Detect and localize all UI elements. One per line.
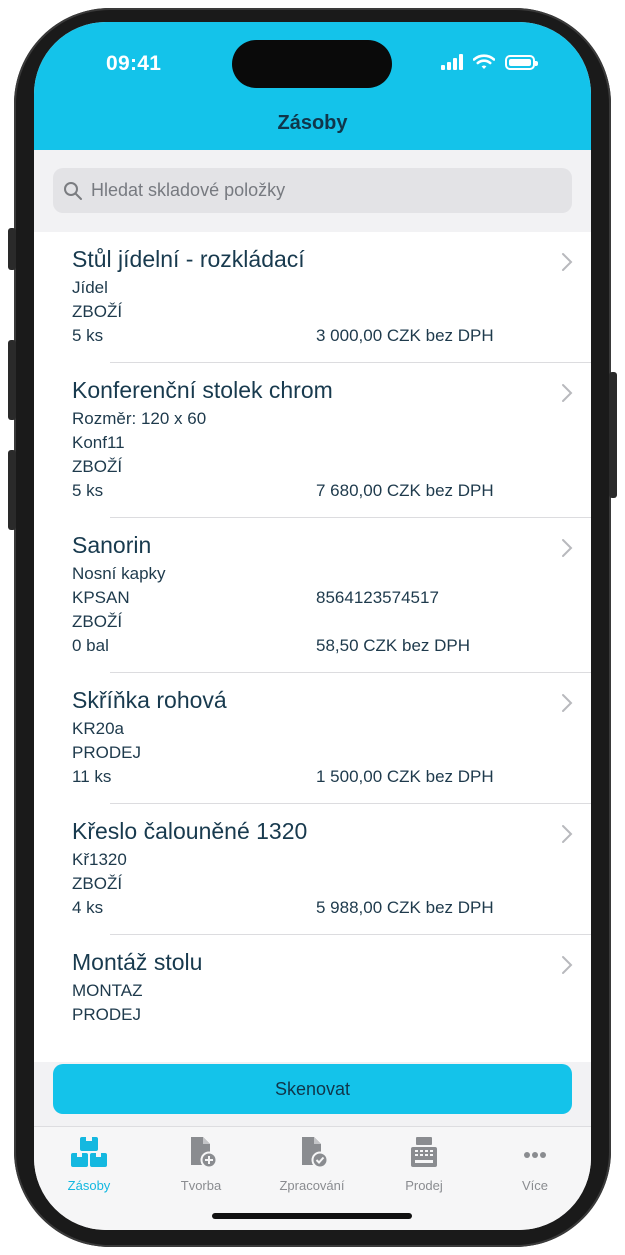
item-name: Sanorin [72, 532, 152, 558]
list-item[interactable]: Montáž stolu MONTAZ PRODEJ [34, 935, 591, 1027]
status-time: 09:41 [106, 52, 162, 75]
tab-prodej[interactable]: Prodej [369, 1135, 479, 1193]
item-detail-left: ZBOŽÍ [72, 874, 123, 893]
chevron-right-icon [562, 956, 573, 974]
tab-zpracovani[interactable]: Zpracování [257, 1135, 367, 1193]
item-detail-line: MONTAZ [72, 979, 591, 1003]
scan-button[interactable]: Skenovat [53, 1064, 572, 1114]
item-detail-right: 3 000,00 CZK bez DPH [316, 326, 494, 345]
item-detail-right: 5 988,00 CZK bez DPH [316, 898, 494, 917]
item-detail-left: ZBOŽÍ [72, 302, 123, 321]
item-detail-left: Jídel [72, 278, 108, 297]
item-name: Konferenční stolek chrom [72, 377, 333, 403]
item-detail-left: Kř1320 [72, 850, 127, 869]
home-indicator [212, 1213, 412, 1219]
item-detail-line: KPSAN 8564123574517 [72, 586, 591, 610]
search-icon [64, 181, 82, 200]
item-detail-left: KR20a [72, 719, 124, 738]
item-detail-line: Konf11 [72, 431, 591, 455]
tab-bar: Zásoby Tvorba Zpracování Prodej Více [34, 1126, 591, 1230]
chevron-right-icon [562, 539, 573, 557]
list-item[interactable]: Křeslo čalouněné 1320 Kř1320 ZBOŽÍ 4 ks 5 98… [34, 804, 591, 935]
item-detail-line: Rozměr: 120 x 60 [72, 407, 591, 431]
document-add-icon [191, 1137, 218, 1169]
chevron-right-icon [562, 384, 573, 402]
item-detail-right: 1 500,00 CZK bez DPH [316, 767, 494, 786]
item-detail-line: 5 ks 3 000,00 CZK bez DPH [72, 324, 591, 348]
item-detail-left: Konf11 [72, 433, 125, 452]
wifi-icon [473, 54, 495, 69]
tab-zasoby[interactable]: Zásoby [34, 1135, 144, 1193]
item-detail-left: ZBOŽÍ [72, 457, 123, 476]
tab-vice[interactable]: Více [480, 1135, 590, 1193]
item-detail-left: PRODEJ [72, 1005, 141, 1024]
item-detail-left: Nosní kapky [72, 564, 166, 583]
item-detail-line: Nosní kapky [72, 562, 591, 586]
item-detail-line: 5 ks 7 680,00 CZK bez DPH [72, 479, 591, 503]
chevron-right-icon [562, 694, 573, 712]
battery-icon [505, 54, 538, 70]
item-detail-right: 8564123574517 [316, 588, 439, 607]
item-detail-right: 58,50 CZK bez DPH [316, 636, 471, 655]
item-name: Stůl jídelní - rozkládací [72, 246, 305, 272]
volume-up-button [8, 340, 16, 420]
chevron-right-icon [562, 253, 573, 271]
item-detail-left: ZBOŽÍ [72, 612, 123, 631]
cellular-signal-icon [441, 54, 463, 70]
item-detail-line: 0 bal 58,50 CZK bez DPH [72, 634, 591, 658]
item-detail-line: ZBOŽÍ [72, 610, 591, 634]
tab-label: Zpracování [279, 1178, 345, 1193]
boxes-icon [71, 1137, 107, 1167]
page-title: Zásoby [277, 112, 348, 134]
inventory-list[interactable]: Stůl jídelní - rozkládací Jídel ZBOŽÍ 5 ks 3… [34, 232, 591, 1062]
item-detail-left: 4 ks [72, 898, 104, 917]
item-detail-line: Kř1320 [72, 848, 591, 872]
header-bar: 09:41 Zásoby [34, 22, 591, 150]
status-icons [441, 54, 538, 70]
tab-label: Více [521, 1178, 548, 1193]
item-detail-line: 11 ks 1 500,00 CZK bez DPH [72, 765, 591, 789]
tab-label: Tvorba [180, 1178, 222, 1193]
item-detail-right: 7 680,00 CZK bez DPH [316, 481, 494, 500]
item-detail-left: KPSAN [72, 588, 130, 607]
item-detail-left: Rozměr: 120 x 60 [72, 409, 207, 428]
dynamic-island [232, 40, 392, 88]
item-detail-left: 5 ks [72, 481, 104, 500]
item-detail-line: ZBOŽÍ [72, 455, 591, 479]
cash-register-icon [411, 1137, 437, 1167]
item-detail-left: 5 ks [72, 326, 104, 345]
volume-down-button [8, 450, 16, 530]
item-detail-line: 4 ks 5 988,00 CZK bez DPH [72, 896, 591, 920]
list-item[interactable]: Sanorin Nosní kapky KPSAN 8564123574517 ZBOŽ… [34, 518, 591, 673]
list-item[interactable]: Skříňka rohová KR20a PRODEJ 11 ks 1 500,00 C… [34, 673, 591, 804]
tab-label: Zásoby [67, 1178, 111, 1193]
silent-switch [8, 228, 16, 270]
item-detail-left: 11 ks [72, 767, 112, 786]
search-bar[interactable] [53, 168, 572, 213]
search-input[interactable] [89, 179, 549, 202]
item-name: Skříňka rohová [72, 687, 227, 713]
item-detail-line: KR20a [72, 717, 591, 741]
power-button [609, 372, 617, 498]
list-item[interactable]: Stůl jídelní - rozkládací Jídel ZBOŽÍ 5 ks 3… [34, 232, 591, 363]
item-detail-left: MONTAZ [72, 981, 143, 1000]
tab-tvorba[interactable]: Tvorba [146, 1135, 256, 1193]
chevron-right-icon [562, 825, 573, 843]
more-icon [524, 1152, 546, 1158]
item-detail-line: ZBOŽÍ [72, 300, 591, 324]
item-detail-line: Jídel [72, 276, 591, 300]
item-detail-line: PRODEJ [72, 741, 591, 765]
list-item[interactable]: Konferenční stolek chrom Rozměr: 120 x 60… [34, 363, 591, 518]
tab-label: Prodej [405, 1178, 443, 1193]
item-name: Křeslo čalouněné 1320 [72, 818, 308, 844]
item-detail-line: ZBOŽÍ [72, 872, 591, 896]
document-check-icon [302, 1137, 329, 1169]
screen: 09:41 Zásoby Stůl jídelní - rozkládací Jí… [34, 22, 591, 1230]
item-detail-line: PRODEJ [72, 1003, 591, 1027]
item-detail-left: PRODEJ [72, 743, 141, 762]
item-name: Montáž stolu [72, 949, 203, 975]
item-detail-left: 0 bal [72, 636, 109, 655]
